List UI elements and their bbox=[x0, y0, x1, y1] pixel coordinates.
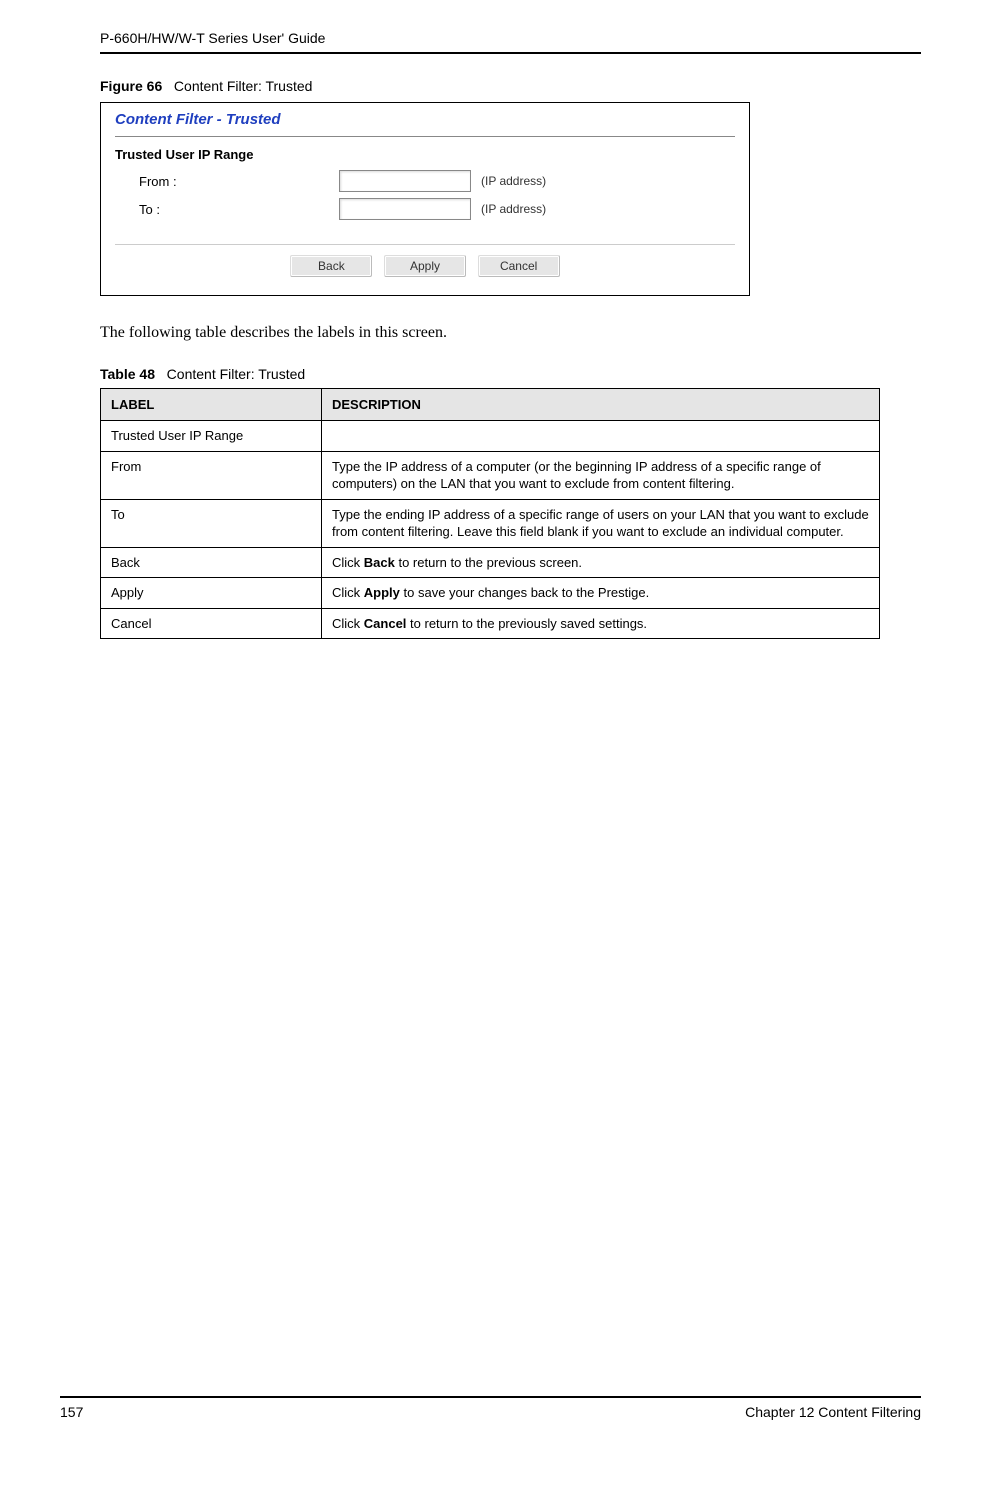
cell-desc: Type the ending IP address of a specific… bbox=[322, 499, 880, 547]
figure-label: Figure 66 bbox=[100, 78, 162, 94]
table-row: Cancel Click Cancel to return to the pre… bbox=[101, 608, 880, 639]
table-row: Apply Click Apply to save your changes b… bbox=[101, 578, 880, 609]
table-row: Trusted User IP Range bbox=[101, 421, 880, 452]
table-row: From Type the IP address of a computer (… bbox=[101, 451, 880, 499]
from-label: From : bbox=[139, 174, 339, 189]
col-header-label: LABEL bbox=[101, 389, 322, 421]
from-ip-hint: (IP address) bbox=[481, 174, 546, 188]
cell-label: Cancel bbox=[101, 608, 322, 639]
to-input[interactable] bbox=[339, 198, 471, 220]
section-heading: Trusted User IP Range bbox=[115, 147, 735, 162]
from-input[interactable] bbox=[339, 170, 471, 192]
table-caption-label: Table 48 bbox=[100, 366, 155, 382]
cell-desc: Click Cancel to return to the previously… bbox=[322, 608, 880, 639]
to-label: To : bbox=[139, 202, 339, 217]
to-ip-hint: (IP address) bbox=[481, 202, 546, 216]
table-caption-title: Content Filter: Trusted bbox=[167, 366, 306, 382]
button-row: Back Apply Cancel bbox=[115, 244, 735, 277]
table-row: To Type the ending IP address of a speci… bbox=[101, 499, 880, 547]
panel-title: Content Filter - Trusted bbox=[115, 111, 735, 137]
figure-title: Content Filter: Trusted bbox=[174, 78, 313, 94]
cell-label: Apply bbox=[101, 578, 322, 609]
cell-label: From bbox=[101, 451, 322, 499]
cell-desc: Click Apply to save your changes back to… bbox=[322, 578, 880, 609]
table-header-row: LABEL DESCRIPTION bbox=[101, 389, 880, 421]
col-header-desc: DESCRIPTION bbox=[322, 389, 880, 421]
cell-desc bbox=[322, 421, 880, 452]
apply-button[interactable]: Apply bbox=[384, 255, 466, 277]
figure-caption: Figure 66 Content Filter: Trusted bbox=[100, 78, 921, 94]
bottom-rule bbox=[60, 1396, 921, 1398]
cell-label: Back bbox=[101, 547, 322, 578]
from-row: From : (IP address) bbox=[115, 170, 735, 192]
back-button[interactable]: Back bbox=[290, 255, 372, 277]
screenshot-panel: Content Filter - Trusted Trusted User IP… bbox=[100, 102, 750, 296]
page-footer: 157 Chapter 12 Content Filtering bbox=[60, 1396, 921, 1420]
page-number: 157 bbox=[60, 1404, 83, 1420]
to-row: To : (IP address) bbox=[115, 198, 735, 220]
top-rule bbox=[100, 52, 921, 54]
table-row: Back Click Back to return to the previou… bbox=[101, 547, 880, 578]
table-caption: Table 48 Content Filter: Trusted bbox=[100, 366, 921, 382]
running-header: P-660H/HW/W-T Series User' Guide bbox=[100, 30, 921, 46]
cancel-button[interactable]: Cancel bbox=[478, 255, 560, 277]
cell-desc: Click Back to return to the previous scr… bbox=[322, 547, 880, 578]
intro-paragraph: The following table describes the labels… bbox=[100, 324, 921, 342]
cell-desc: Type the IP address of a computer (or th… bbox=[322, 451, 880, 499]
cell-label: Trusted User IP Range bbox=[101, 421, 322, 452]
description-table: LABEL DESCRIPTION Trusted User IP Range … bbox=[100, 388, 880, 639]
cell-label: To bbox=[101, 499, 322, 547]
chapter-title: Chapter 12 Content Filtering bbox=[745, 1404, 921, 1420]
